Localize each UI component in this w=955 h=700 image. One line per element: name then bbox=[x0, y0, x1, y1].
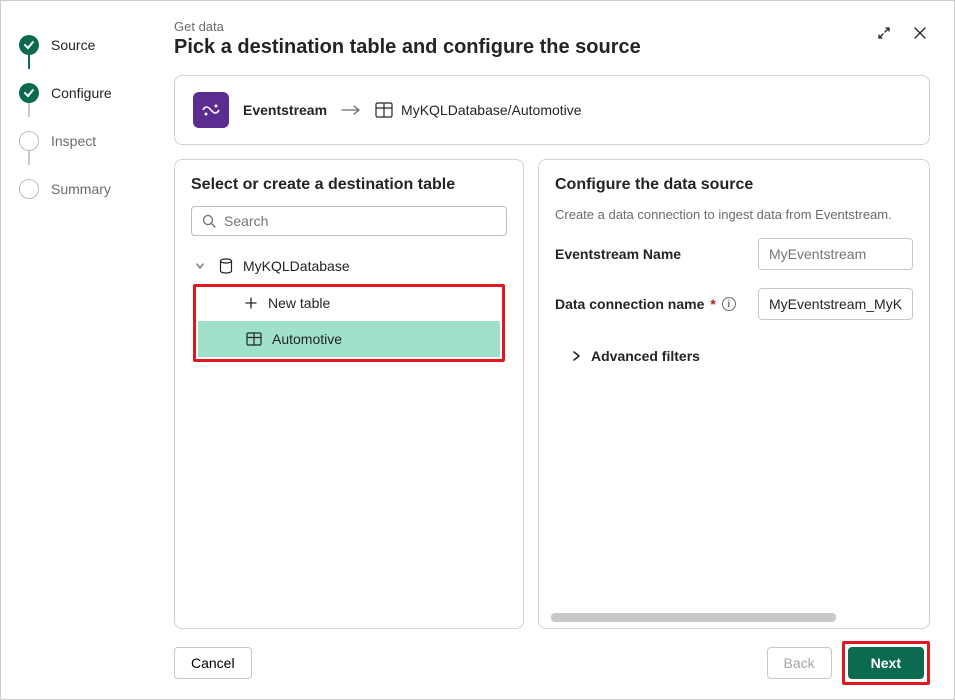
close-icon[interactable] bbox=[910, 23, 930, 43]
search-input[interactable] bbox=[224, 213, 496, 229]
info-icon[interactable]: i bbox=[722, 297, 736, 311]
step-source[interactable]: Source bbox=[19, 21, 146, 69]
new-table-label: New table bbox=[268, 295, 330, 311]
tree-db-row[interactable]: MyKQLDatabase bbox=[193, 254, 505, 284]
dialog-footer: Cancel Back Next bbox=[174, 629, 930, 685]
step-label: Summary bbox=[51, 181, 111, 197]
db-name: MyKQLDatabase bbox=[243, 258, 350, 274]
step-configure[interactable]: Configure bbox=[19, 69, 146, 117]
circle-icon bbox=[19, 131, 39, 151]
chevron-down-icon bbox=[195, 261, 209, 271]
configure-source-card: Configure the data source Create a data … bbox=[538, 159, 930, 629]
search-input-wrap[interactable] bbox=[191, 206, 507, 236]
table-icon bbox=[375, 102, 393, 118]
step-label: Inspect bbox=[51, 133, 96, 149]
connection-name-input[interactable] bbox=[758, 288, 913, 320]
back-button: Back bbox=[767, 647, 832, 679]
check-icon bbox=[19, 83, 39, 103]
tree-table-row[interactable]: Automotive bbox=[198, 321, 500, 357]
card-title: Configure the data source bbox=[555, 176, 913, 194]
search-icon bbox=[202, 214, 216, 228]
main-content: Get data Pick a destination table and co… bbox=[156, 1, 954, 699]
eventstream-name-label: Eventstream Name bbox=[555, 246, 681, 262]
eventstream-icon bbox=[193, 92, 229, 128]
next-button[interactable]: Next bbox=[848, 647, 924, 679]
source-dest-summary: Eventstream MyKQLDatabase/Automotive bbox=[174, 75, 930, 145]
arrow-right-icon bbox=[341, 104, 361, 116]
eventstream-name-input bbox=[758, 238, 913, 270]
check-icon bbox=[19, 35, 39, 55]
circle-icon bbox=[19, 179, 39, 199]
page-title: Pick a destination table and configure t… bbox=[174, 36, 641, 59]
advanced-filters-label: Advanced filters bbox=[591, 348, 700, 364]
expand-icon[interactable] bbox=[874, 23, 894, 43]
card-title: Select or create a destination table bbox=[191, 176, 507, 194]
connection-name-label: Data connection name * i bbox=[555, 296, 736, 312]
new-table-row[interactable]: New table bbox=[196, 289, 502, 321]
dest-label: MyKQLDatabase/Automotive bbox=[401, 102, 582, 118]
source-label: Eventstream bbox=[243, 102, 327, 118]
table-icon bbox=[246, 332, 262, 346]
advanced-filters-toggle[interactable]: Advanced filters bbox=[555, 338, 913, 364]
chevron-right-icon bbox=[571, 350, 581, 362]
required-asterisk: * bbox=[710, 296, 715, 312]
card-subtitle: Create a data connection to ingest data … bbox=[555, 206, 913, 224]
step-inspect: Inspect bbox=[19, 117, 146, 165]
cancel-button[interactable]: Cancel bbox=[174, 647, 252, 679]
table-name: Automotive bbox=[272, 331, 342, 347]
wizard-stepper: Source Configure Inspect Summary bbox=[1, 1, 156, 699]
step-label: Source bbox=[51, 37, 95, 53]
next-highlight: Next bbox=[842, 641, 930, 685]
plus-icon bbox=[244, 296, 258, 310]
database-icon bbox=[219, 258, 233, 274]
eyebrow: Get data bbox=[174, 19, 641, 34]
destination-table-card: Select or create a destination table MyK… bbox=[174, 159, 524, 629]
step-label: Configure bbox=[51, 85, 112, 101]
selection-highlight: New table Automotive bbox=[193, 284, 505, 362]
horizontal-scrollbar[interactable] bbox=[551, 613, 917, 622]
step-summary: Summary bbox=[19, 165, 146, 213]
